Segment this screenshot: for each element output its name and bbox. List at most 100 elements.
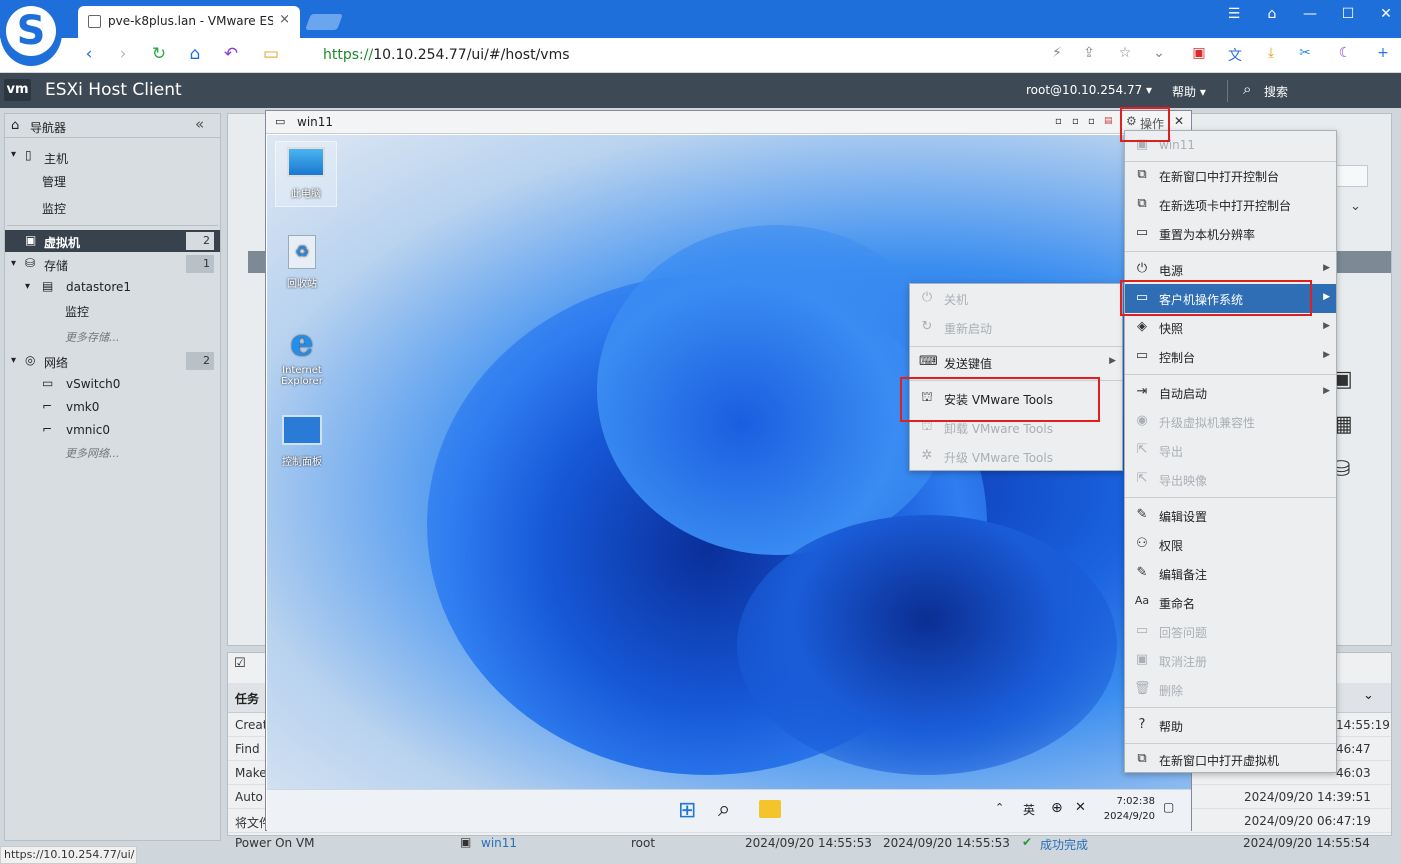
nav-network[interactable]: 网络: [44, 354, 68, 371]
power-icon: ⏻: [1136, 261, 1148, 276]
tools-icon[interactable]: ✂: [1294, 45, 1316, 61]
notification-icon[interactable]: ▢: [1163, 800, 1174, 814]
expand-icon[interactable]: ▾: [11, 149, 16, 160]
menu-item-permissions[interactable]: ⚇ 权限: [1125, 530, 1336, 559]
nav-vmnic0[interactable]: vmnic0: [66, 423, 110, 437]
theme-icon[interactable]: ☾: [1334, 45, 1356, 61]
menu-separator: [1125, 374, 1336, 375]
menu-item-edit-settings[interactable]: ✎ 编辑设置: [1125, 501, 1336, 530]
menu-item-send-keys[interactable]: ⌨ 发送键值 ▶: [910, 348, 1122, 377]
share-icon[interactable]: ⇪: [1078, 45, 1100, 61]
nav-more-storage[interactable]: 更多存储...: [65, 329, 120, 345]
minimize-icon[interactable]: —: [1298, 6, 1322, 22]
console-restore-icon[interactable]: ▫: [1072, 116, 1079, 127]
task-completed: 46:03: [1336, 766, 1371, 780]
reload-icon[interactable]: ↻: [148, 44, 170, 64]
nav-datastore-monitor[interactable]: 监控: [65, 303, 89, 320]
nav-vswitch0[interactable]: vSwitch0: [66, 377, 120, 391]
menu-item-console[interactable]: ▭ 控制台 ▶: [1125, 342, 1336, 371]
skin-icon[interactable]: ⌂: [1260, 6, 1284, 22]
menu-item-reset-resolution[interactable]: ▭ 重置为本机分辨率: [1125, 219, 1336, 248]
file-explorer-icon[interactable]: [759, 800, 781, 818]
nav-monitor[interactable]: 监控: [42, 200, 66, 217]
internet-explorer-label: Internet Explorer: [281, 365, 323, 387]
task-completed: 2024/09/20 14:55:54: [1243, 836, 1370, 850]
bookmark-star-icon[interactable]: ☆: [1114, 45, 1136, 61]
nav-host[interactable]: 主机: [44, 150, 68, 167]
menu-item-rename[interactable]: Aa 重命名: [1125, 588, 1336, 617]
undo-close-icon[interactable]: ↶: [220, 44, 242, 64]
recycle-bin-icon[interactable]: ♻ 回收站: [272, 235, 332, 290]
chevron-down-icon[interactable]: ⌄: [1363, 688, 1374, 703]
host-icon: ▯: [25, 148, 32, 162]
nav-more-network[interactable]: 更多网络...: [65, 445, 120, 461]
control-panel-icon[interactable]: 控制面板: [272, 415, 332, 468]
close-window-icon[interactable]: ✕: [1374, 6, 1398, 22]
download-icon[interactable]: ⤓: [1260, 45, 1282, 61]
forward-icon[interactable]: ›: [112, 44, 134, 64]
tray-chevron-icon[interactable]: ⌃: [995, 801, 1004, 814]
menu-item-open-console-tab[interactable]: ⧉ 在新选项卡中打开控制台: [1125, 190, 1336, 219]
help-menu[interactable]: 帮助 ▾: [1172, 83, 1206, 100]
collapse-navigator-icon[interactable]: «: [195, 115, 204, 133]
network-count-badge: 2: [186, 352, 214, 370]
console-minimize-icon[interactable]: ▫: [1055, 116, 1062, 127]
expand-icon[interactable]: ▾: [11, 355, 16, 366]
maximize-icon[interactable]: ☐: [1336, 6, 1360, 22]
task-completed: 14:55:19: [1336, 718, 1390, 732]
table-row[interactable]: Power On VM ▣ win11 root 2024/09/20 14:5…: [227, 832, 1392, 852]
menu-icon[interactable]: ☰: [1222, 6, 1246, 22]
translate-icon[interactable]: 文: [1224, 45, 1246, 65]
extension-icon[interactable]: ▣: [1188, 45, 1210, 61]
console-fullscreen-icon[interactable]: ▫: [1088, 116, 1095, 127]
menu-item-edit-notes[interactable]: ✎ 编辑备注: [1125, 559, 1336, 588]
search-icon[interactable]: ⌕: [1243, 80, 1251, 98]
task-target-link[interactable]: win11: [481, 836, 517, 850]
back-icon[interactable]: ‹: [78, 44, 100, 64]
chevron-down-icon[interactable]: ⌄: [1148, 45, 1170, 61]
expand-icon[interactable]: ▾: [25, 281, 30, 292]
url-field[interactable]: https://10.10.254.77/ui/#/host/vms: [323, 47, 570, 63]
answer-icon: ▭: [1135, 623, 1149, 638]
volume-muted-icon[interactable]: ✕: [1075, 800, 1086, 815]
nav-virtual-machines[interactable]: 虚拟机: [44, 234, 80, 251]
browser-tab[interactable]: pve-k8plus.lan - VMware ESXi ×: [78, 6, 300, 38]
menu-item-export-image: ⇱ 导出映像: [1125, 465, 1336, 494]
network-tray-icon[interactable]: ⊕: [1051, 800, 1063, 816]
task-completed: 2024/09/20 14:39:51: [1244, 790, 1371, 804]
monitor-icon: ▭: [1135, 225, 1149, 240]
chevron-down-icon[interactable]: ⌄: [1350, 199, 1370, 221]
internet-explorer-icon[interactable]: e Internet Explorer: [272, 323, 332, 387]
reader-icon[interactable]: ▭: [260, 44, 282, 64]
menu-item-open-console-window[interactable]: ⧉ 在新窗口中打开控制台: [1125, 161, 1336, 190]
new-tab-button[interactable]: [305, 14, 343, 30]
tab-close-icon[interactable]: ×: [279, 12, 290, 27]
search-link[interactable]: 搜索: [1264, 83, 1288, 100]
expand-icon[interactable]: ▾: [11, 258, 16, 269]
browser-logo-letter: S: [16, 8, 46, 54]
nav-datastore1[interactable]: datastore1: [66, 280, 131, 294]
browser-logo: S: [0, 0, 62, 66]
menu-item-shutdown: ⏻ 关机: [910, 284, 1122, 313]
nav-manage[interactable]: 管理: [42, 173, 66, 190]
windows-start-icon[interactable]: ⊞: [678, 798, 696, 823]
close-icon[interactable]: ✕: [1174, 114, 1184, 128]
flash-icon[interactable]: ⚡: [1046, 45, 1068, 61]
user-menu[interactable]: root@10.10.254.77 ▾: [1026, 83, 1152, 97]
new-tab-plus-icon[interactable]: +: [1372, 45, 1394, 61]
menu-item-help[interactable]: ? 帮助: [1125, 711, 1336, 740]
menu-item-open-vm-window[interactable]: ⧉ 在新窗口中打开虚拟机: [1125, 745, 1336, 774]
nav-storage[interactable]: 存储: [44, 257, 68, 274]
external-link-icon: ⧉: [1137, 196, 1147, 211]
menu-item-snapshots[interactable]: ◈ 快照 ▶: [1125, 313, 1336, 342]
input-language[interactable]: 英: [1023, 801, 1035, 818]
menu-item-autostart[interactable]: ⇥ 自动启动 ▶: [1125, 378, 1336, 407]
search-icon[interactable]: ⌕: [718, 797, 730, 822]
nav-vmk0[interactable]: vmk0: [66, 400, 99, 414]
wallpaper-petal: [737, 515, 1117, 775]
menu-separator: [1125, 707, 1336, 708]
network-icon: ◎: [25, 353, 36, 367]
home-icon[interactable]: ⌂: [184, 44, 206, 64]
status-url: https://10.10.254.77/ui/: [0, 846, 137, 864]
this-pc-icon[interactable]: 此电脑: [276, 147, 336, 200]
